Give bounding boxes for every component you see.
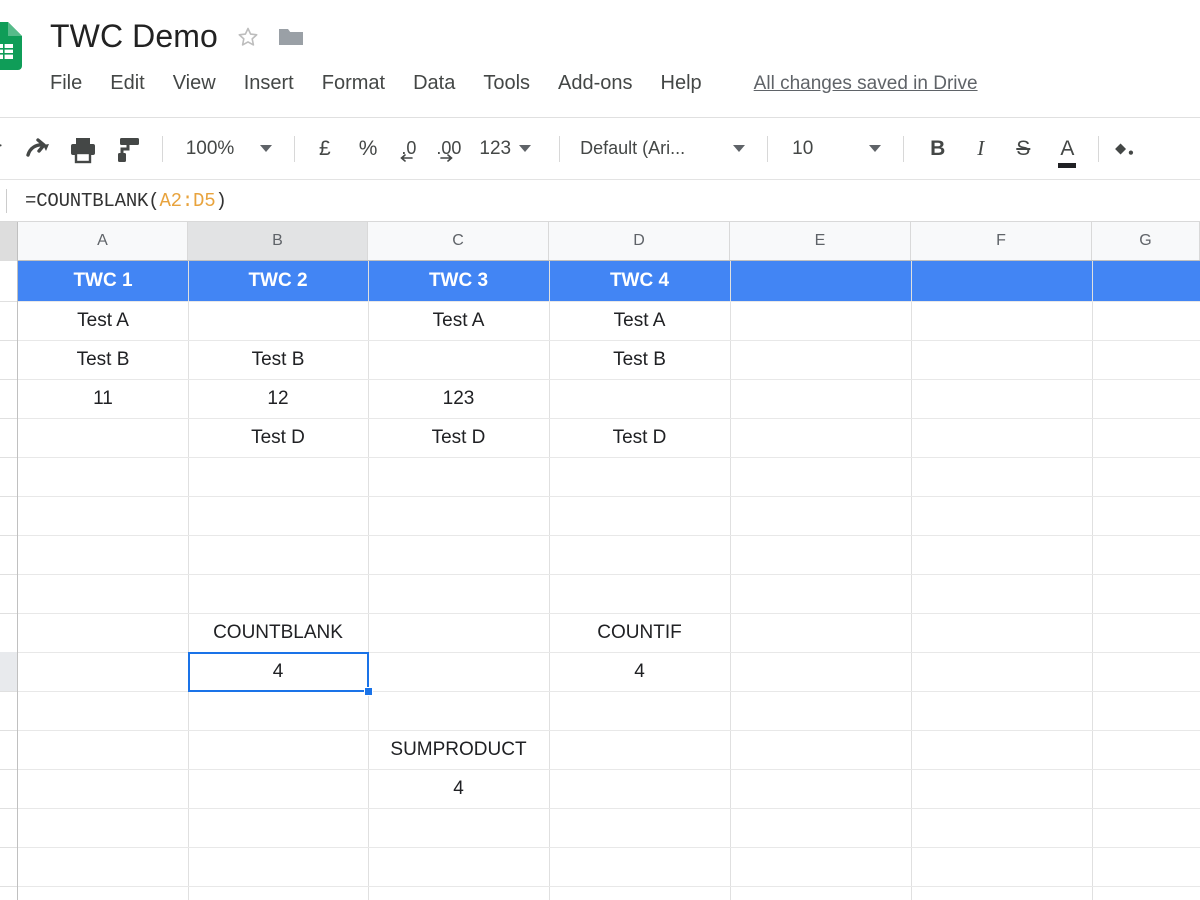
cell-countblank-label[interactable]: COUNTBLANK bbox=[188, 613, 368, 652]
page-title[interactable]: TWC Demo bbox=[50, 18, 218, 55]
cell-d2[interactable]: Test A bbox=[549, 301, 730, 340]
cell-sumproduct-value[interactable]: 4 bbox=[368, 769, 549, 808]
font-size-value: 10 bbox=[792, 137, 814, 159]
formula-input[interactable]: =COUNTBLANK(A2:D5) bbox=[7, 190, 227, 212]
column-header-b[interactable]: B bbox=[188, 222, 368, 260]
bold-button[interactable]: B bbox=[914, 137, 961, 161]
cell-a4[interactable]: 11 bbox=[18, 379, 188, 418]
cell-b1[interactable]: TWC 2 bbox=[188, 261, 368, 301]
cell-d5[interactable]: Test D bbox=[549, 418, 730, 457]
row-header-gutter[interactable] bbox=[0, 261, 18, 900]
cell-a3[interactable]: Test B bbox=[18, 340, 188, 379]
increase-decimal-button[interactable]: .00 bbox=[426, 138, 471, 162]
formula-range-reference: A2:D5 bbox=[159, 189, 216, 212]
font-family-selector[interactable]: Default (Ari... bbox=[570, 138, 720, 159]
menu-item-help[interactable]: Help bbox=[647, 70, 716, 97]
menu-item-file[interactable]: File bbox=[50, 70, 96, 97]
column-header-row: A B C D E F G bbox=[0, 222, 1200, 261]
toolbar-divider bbox=[903, 135, 905, 162]
menu-item-view[interactable]: View bbox=[159, 70, 230, 97]
cell-c2[interactable]: Test A bbox=[368, 301, 549, 340]
chevron-down-icon[interactable] bbox=[869, 145, 882, 152]
document-title-row: TWC Demo bbox=[50, 18, 304, 55]
cell-c1[interactable]: TWC 3 bbox=[368, 261, 549, 301]
cell-c3[interactable] bbox=[368, 340, 549, 379]
fill-color-icon[interactable] bbox=[1109, 129, 1137, 169]
formula-suffix: ) bbox=[215, 189, 227, 212]
cell-a1[interactable]: TWC 1 bbox=[18, 261, 188, 301]
cell-c4[interactable]: 123 bbox=[368, 379, 549, 418]
chevron-down-icon[interactable] bbox=[519, 145, 532, 152]
save-status[interactable]: All changes saved in Drive bbox=[754, 73, 978, 95]
menu-item-add-ons[interactable]: Add-ons bbox=[544, 70, 647, 97]
folder-icon[interactable] bbox=[278, 26, 304, 48]
menu-item-data[interactable]: Data bbox=[399, 70, 469, 97]
select-all-corner[interactable] bbox=[0, 222, 18, 261]
cell-a2[interactable]: Test A bbox=[18, 301, 188, 340]
toolbar-divider bbox=[1098, 135, 1100, 162]
number-format-selector[interactable]: 123 bbox=[475, 138, 515, 160]
cell-b4[interactable]: 12 bbox=[188, 379, 368, 418]
toolbar: 100% £ % .0 .00 123 Default (Ari... 10 B… bbox=[0, 118, 1200, 180]
fill-handle[interactable] bbox=[364, 687, 373, 696]
font-size-selector[interactable]: 10 bbox=[778, 138, 856, 160]
column-header-a[interactable]: A bbox=[18, 222, 188, 260]
toolbar-divider bbox=[294, 135, 295, 162]
chevron-down-icon[interactable] bbox=[260, 145, 272, 152]
paint-format-icon[interactable] bbox=[106, 129, 152, 169]
cell-countif-label[interactable]: COUNTIF bbox=[549, 613, 730, 652]
cell-a5[interactable] bbox=[18, 418, 188, 457]
currency-format-button[interactable]: £ bbox=[305, 137, 345, 161]
redo-icon[interactable] bbox=[14, 129, 60, 169]
menu-item-insert[interactable]: Insert bbox=[230, 70, 308, 97]
strikethrough-button[interactable]: S bbox=[1000, 137, 1046, 161]
cell-b2[interactable] bbox=[188, 301, 368, 340]
google-sheets-logo-icon bbox=[0, 22, 22, 70]
decrease-decimal-button[interactable]: .0 bbox=[391, 138, 426, 162]
column-header-c[interactable]: C bbox=[368, 222, 549, 260]
menu-item-edit[interactable]: Edit bbox=[96, 70, 158, 97]
text-color-button[interactable]: A bbox=[1046, 137, 1088, 168]
cell-b3[interactable]: Test B bbox=[188, 340, 368, 379]
column-header-d[interactable]: D bbox=[549, 222, 730, 260]
cell-d4[interactable] bbox=[549, 379, 730, 418]
column-header-g[interactable]: G bbox=[1092, 222, 1200, 260]
cell-d1[interactable]: TWC 4 bbox=[549, 261, 730, 301]
menu-bar: File Edit View Insert Format Data Tools … bbox=[50, 70, 978, 97]
title-bar: TWC Demo File Edit View Insert Format Da… bbox=[0, 0, 1200, 118]
toolbar-divider bbox=[162, 135, 163, 162]
zoom-selector[interactable]: 100% bbox=[173, 138, 247, 160]
undo-icon[interactable] bbox=[0, 129, 14, 169]
cell-sumproduct-label[interactable]: SUMPRODUCT bbox=[368, 730, 549, 769]
column-header-f[interactable]: F bbox=[911, 222, 1092, 260]
cell-countblank-value[interactable]: 4 bbox=[188, 652, 368, 691]
number-format-label: 123 bbox=[479, 137, 512, 159]
toolbar-divider bbox=[767, 135, 769, 162]
italic-button[interactable]: I bbox=[961, 136, 1000, 161]
cell-c5[interactable]: Test D bbox=[368, 418, 549, 457]
spreadsheet-grid[interactable]: A B C D E F G TWC 1 TWC 2 TWC 3 TWC 4 Te… bbox=[0, 222, 1200, 900]
cell-d3[interactable]: Test B bbox=[549, 340, 730, 379]
formula-prefix: =COUNTBLANK( bbox=[25, 189, 160, 212]
cell-b5[interactable]: Test D bbox=[188, 418, 368, 457]
percent-format-button[interactable]: % bbox=[345, 137, 392, 161]
toolbar-divider bbox=[559, 135, 561, 162]
cells-area[interactable]: TWC 1 TWC 2 TWC 3 TWC 4 Test A Test A Te… bbox=[18, 261, 1200, 900]
font-family-value: Default (Ari... bbox=[580, 138, 686, 158]
menu-item-tools[interactable]: Tools bbox=[469, 70, 544, 97]
formula-bar: =COUNTBLANK(A2:D5) bbox=[0, 180, 1200, 222]
menu-item-format[interactable]: Format bbox=[308, 70, 399, 97]
chevron-down-icon[interactable] bbox=[733, 145, 746, 152]
grid-body: TWC 1 TWC 2 TWC 3 TWC 4 Test A Test A Te… bbox=[0, 261, 1200, 900]
zoom-value: 100% bbox=[185, 137, 235, 159]
print-icon[interactable] bbox=[60, 129, 106, 169]
star-icon[interactable] bbox=[236, 25, 260, 49]
column-header-e[interactable]: E bbox=[730, 222, 911, 260]
cell-countif-value[interactable]: 4 bbox=[549, 652, 730, 691]
